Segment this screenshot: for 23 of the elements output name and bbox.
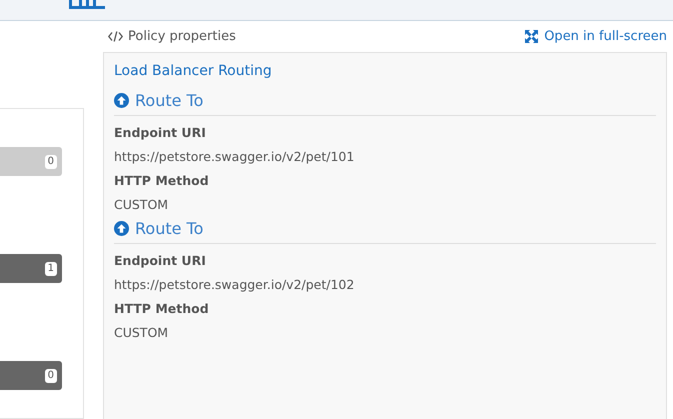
policy-name: Load Balancer Routing [114, 63, 273, 79]
code-icon [108, 31, 123, 42]
status-bar[interactable]: 0 [0, 361, 62, 390]
panel-title: Policy properties [128, 29, 236, 44]
field-value: CUSTOM [114, 324, 170, 342]
field-label: HTTP Method [114, 172, 210, 190]
section-title: Route To [135, 91, 204, 110]
up-arrow-icon [114, 93, 129, 108]
section-title: Route To [135, 219, 204, 238]
status-bar[interactable]: 1 [0, 254, 62, 283]
field-value: https://petstore.swagger.io/v2/pet/101 [114, 148, 356, 166]
count-badge: 0 [44, 368, 57, 382]
count-badge: 1 [44, 262, 57, 276]
field-label: Endpoint URI [114, 252, 207, 270]
count-badge: 0 [44, 154, 57, 168]
field-value: CUSTOM [114, 196, 170, 214]
up-arrow-icon [114, 221, 129, 236]
expand-icon [525, 30, 538, 43]
field-value: https://petstore.swagger.io/v2/pet/102 [114, 276, 356, 294]
bar-chart-icon [69, 0, 105, 9]
field-label: HTTP Method [114, 300, 210, 318]
fullscreen-link[interactable]: Open in full-screen [525, 29, 667, 44]
field-label: Endpoint URI [114, 124, 207, 142]
